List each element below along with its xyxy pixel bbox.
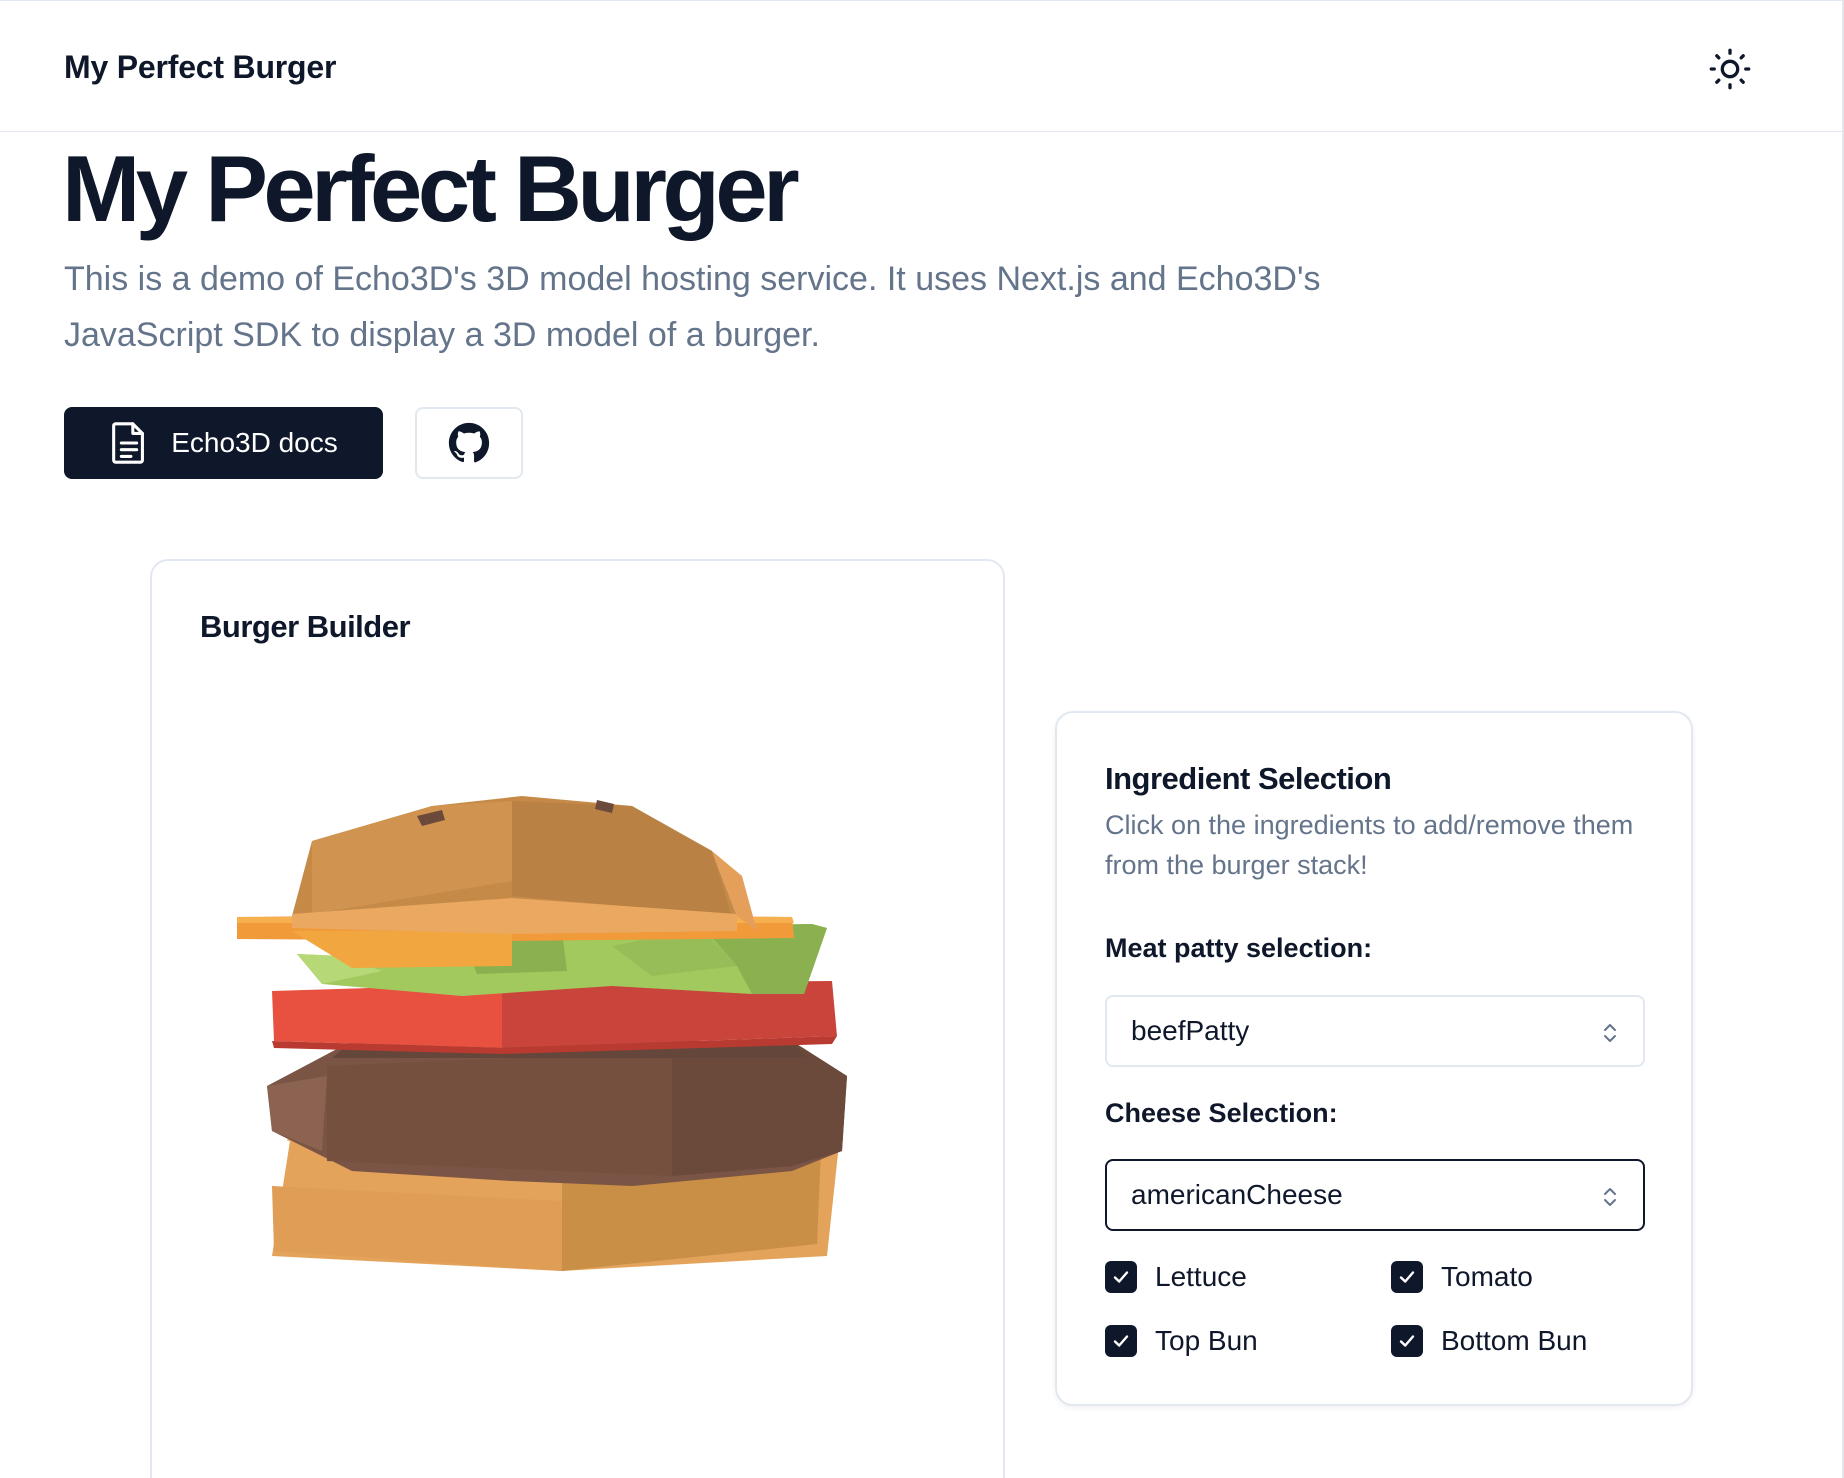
bottom-bun-checkbox[interactable]: Bottom Bun bbox=[1391, 1325, 1587, 1357]
check-icon bbox=[1113, 1271, 1129, 1283]
github-button[interactable] bbox=[415, 407, 523, 479]
ingredient-selection-card: Ingredient Selection Click on the ingred… bbox=[1055, 711, 1693, 1406]
ingredient-selection-subtitle: Click on the ingredients to add/remove t… bbox=[1105, 810, 1634, 880]
page: My Perfect Burger My Perfect Burger This… bbox=[0, 0, 1842, 1478]
burger-3d-model[interactable] bbox=[232, 796, 932, 1276]
echo3d-docs-button[interactable]: Echo3D docs bbox=[64, 407, 383, 479]
ingredient-selection-title: Ingredient Selection bbox=[1105, 761, 1392, 796]
lettuce-checkbox[interactable]: Lettuce bbox=[1105, 1261, 1247, 1293]
sun-icon bbox=[1709, 48, 1751, 90]
top-bun-checkbox[interactable]: Top Bun bbox=[1105, 1325, 1258, 1357]
burger-builder-card: Burger Builder bbox=[150, 559, 1005, 1478]
chevron-up-down-icon bbox=[1604, 1024, 1616, 1042]
github-icon bbox=[448, 422, 490, 463]
meat-patty-select-value: beefPatty bbox=[1131, 1015, 1250, 1046]
theme-toggle-button[interactable] bbox=[1702, 41, 1758, 97]
check-icon bbox=[1113, 1335, 1129, 1347]
checkbox-checked[interactable] bbox=[1105, 1325, 1137, 1357]
meat-patty-label: Meat patty selection: bbox=[1105, 933, 1373, 963]
top-bun-model bbox=[292, 796, 757, 934]
checkbox-checked[interactable] bbox=[1105, 1261, 1137, 1293]
chevron-up-down-icon bbox=[1604, 1188, 1616, 1206]
top-navbar: My Perfect Burger bbox=[0, 1, 1842, 132]
site-brand[interactable]: My Perfect Burger bbox=[64, 49, 336, 86]
checkbox-checked[interactable] bbox=[1391, 1261, 1423, 1293]
echo3d-docs-label: Echo3D docs bbox=[171, 427, 338, 458]
tomato-label: Tomato bbox=[1441, 1261, 1533, 1292]
checkbox-checked[interactable] bbox=[1391, 1325, 1423, 1357]
meat-patty-model bbox=[267, 1041, 847, 1186]
cheese-select-value: americanCheese bbox=[1131, 1179, 1343, 1210]
meat-patty-select[interactable]: beefPatty bbox=[1105, 995, 1645, 1067]
tomato-checkbox[interactable]: Tomato bbox=[1391, 1261, 1533, 1293]
document-icon bbox=[112, 422, 145, 464]
page-description: This is a demo of Echo3D's 3D model host… bbox=[64, 260, 1321, 354]
bottom-bun-label: Bottom Bun bbox=[1441, 1325, 1588, 1356]
page-title: My Perfect Burger bbox=[62, 136, 800, 241]
burger-builder-title: Burger Builder bbox=[200, 609, 411, 644]
top-bun-label: Top Bun bbox=[1155, 1325, 1258, 1356]
cheese-label: Cheese Selection: bbox=[1105, 1098, 1338, 1128]
browser-frame: My Perfect Burger My Perfect Burger This… bbox=[0, 0, 1844, 1478]
check-icon bbox=[1399, 1271, 1415, 1283]
lettuce-label: Lettuce bbox=[1155, 1261, 1247, 1292]
cheese-select[interactable]: americanCheese bbox=[1105, 1159, 1645, 1231]
check-icon bbox=[1399, 1335, 1415, 1347]
